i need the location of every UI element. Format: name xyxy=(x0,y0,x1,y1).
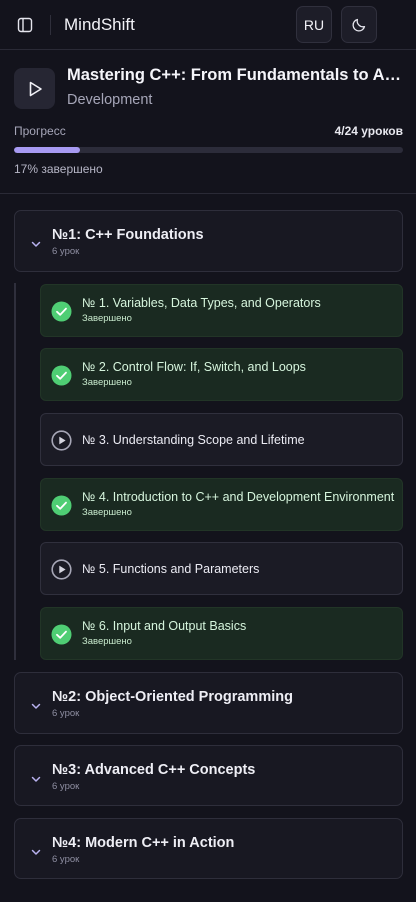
top-bar: MindShift RU xyxy=(0,0,416,50)
lesson-title: № 6. Input and Output Basics xyxy=(82,619,247,633)
progress-label: Прогресс xyxy=(14,124,66,138)
lesson-item-3[interactable]: № 3. Understanding Scope and Lifetime xyxy=(40,413,403,466)
lesson-status: Завершено xyxy=(82,507,132,518)
chevron-down-icon xyxy=(31,241,41,247)
module-card-1[interactable]: №1: C++ Foundations 6 урок xyxy=(14,210,403,272)
module-lesson-count: 6 урок xyxy=(52,854,80,865)
course-category: Development xyxy=(67,92,153,108)
module-title: №2: Object-Oriented Programming xyxy=(52,689,293,705)
chevron-down-icon xyxy=(31,776,41,782)
lesson-status: Завершено xyxy=(82,377,132,388)
lessons-timeline-line xyxy=(14,283,16,660)
play-circle-icon xyxy=(51,559,72,580)
module-title: №1: C++ Foundations xyxy=(52,227,204,243)
play-icon xyxy=(29,81,42,96)
course-header: Mastering C++: From Fundamentals to Adva… xyxy=(0,50,416,194)
lesson-title: № 2. Control Flow: If, Switch, and Loops xyxy=(82,360,306,374)
course-title: Mastering C++: From Fundamentals to Adva… xyxy=(67,66,402,84)
lesson-status: Завершено xyxy=(82,313,132,324)
lesson-item-6[interactable]: № 6. Input and Output Basics Завершено xyxy=(40,607,403,660)
app-title: MindShift xyxy=(64,15,135,34)
module-lesson-count: 6 урок xyxy=(52,246,80,257)
module-lesson-count: 6 урок xyxy=(52,781,80,792)
sidebar-panel-icon xyxy=(17,17,33,33)
module-card-3[interactable]: №3: Advanced C++ Concepts 6 урок xyxy=(14,745,403,806)
module-card-2[interactable]: №2: Object-Oriented Programming 6 урок xyxy=(14,672,403,734)
check-circle-icon xyxy=(51,495,72,516)
course-icon-box xyxy=(14,68,55,109)
progress-bar xyxy=(14,147,403,153)
lesson-title: № 3. Understanding Scope and Lifetime xyxy=(82,433,305,447)
check-circle-icon xyxy=(51,365,72,386)
theme-toggle-button[interactable] xyxy=(341,6,377,43)
lesson-title: № 1. Variables, Data Types, and Operator… xyxy=(82,296,321,310)
module-title: №4: Modern C++ in Action xyxy=(52,835,235,851)
lesson-item-1[interactable]: № 1. Variables, Data Types, and Operator… xyxy=(40,284,403,337)
play-circle-icon xyxy=(51,430,72,451)
lesson-item-2[interactable]: № 2. Control Flow: If, Switch, and Loops… xyxy=(40,348,403,401)
module-lesson-count: 6 урок xyxy=(52,708,80,719)
check-circle-icon xyxy=(51,624,72,645)
module-title: №3: Advanced C++ Concepts xyxy=(52,762,256,778)
lesson-item-5[interactable]: № 5. Functions and Parameters xyxy=(40,542,403,595)
language-button[interactable]: RU xyxy=(296,6,332,43)
lesson-title: № 5. Functions and Parameters xyxy=(82,562,260,576)
lesson-title: № 4. Introduction to C++ and Development… xyxy=(82,490,395,504)
chevron-down-icon xyxy=(31,703,41,709)
module-card-4[interactable]: №4: Modern C++ in Action 6 урок xyxy=(14,818,403,879)
topbar-divider xyxy=(50,15,51,35)
moon-icon xyxy=(352,18,366,32)
progress-bar-fill xyxy=(14,147,81,153)
progress-percent-text: 17% завершено xyxy=(14,162,103,176)
check-circle-icon xyxy=(51,301,72,322)
lesson-status: Завершено xyxy=(82,636,132,647)
sidebar-toggle-button[interactable] xyxy=(14,14,36,36)
lesson-item-4[interactable]: № 4. Introduction to C++ and Development… xyxy=(40,478,403,531)
chevron-down-icon xyxy=(31,849,41,855)
progress-count: 4/24 уроков xyxy=(334,124,403,138)
